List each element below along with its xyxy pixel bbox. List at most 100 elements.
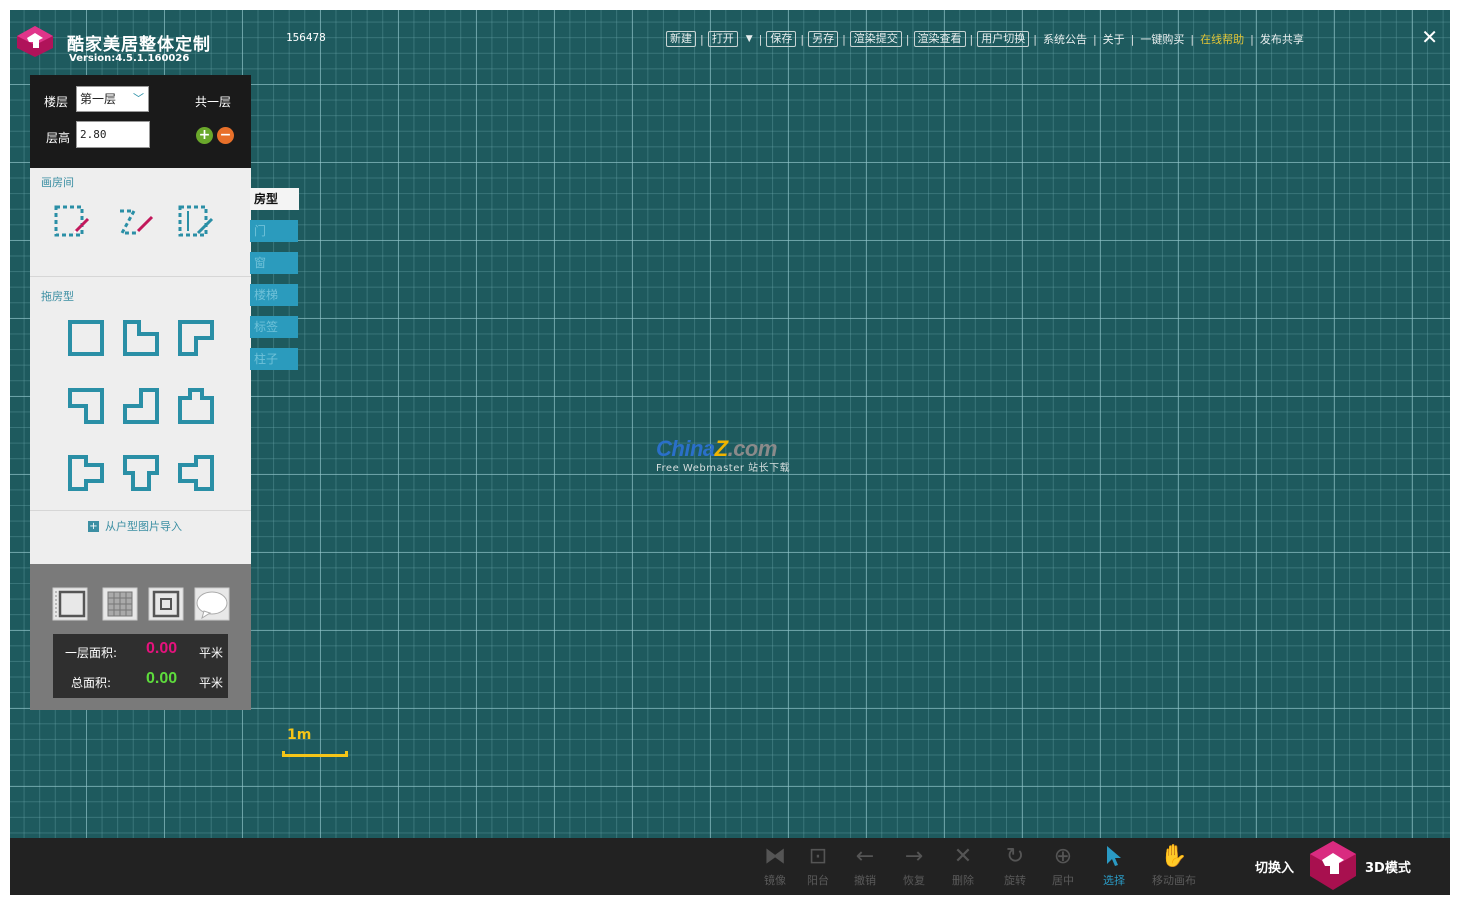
balcony-label: 阳台 (807, 874, 829, 887)
draw-room-wall-icon (178, 205, 214, 237)
t-left-room-icon (178, 455, 214, 491)
room-shape-notch[interactable] (176, 386, 216, 426)
inner-wall-icon[interactable] (148, 587, 184, 621)
drag-room-section-label: 拖房型 (41, 290, 74, 303)
center-button[interactable]: ⊕ 居中 (1041, 844, 1085, 890)
switch-3d-logo-icon[interactable] (1307, 838, 1359, 893)
notch-room-icon (178, 388, 214, 424)
menu-save[interactable]: 保存 (766, 31, 797, 47)
menu-online-help[interactable]: 在线帮助 (1198, 31, 1246, 47)
select-cursor-icon (1092, 844, 1136, 870)
tab-window[interactable]: 窗 (250, 252, 298, 274)
menu-separator: | (1130, 32, 1135, 46)
room-shape-l-bottom[interactable] (66, 386, 106, 426)
menu-one-click-buy[interactable]: 一键购买 (1138, 31, 1186, 47)
hand-icon: ✋ (1160, 844, 1188, 869)
l-bottom-room-icon (68, 388, 104, 424)
room-shape-square[interactable] (66, 318, 106, 358)
menu-render-submit[interactable]: 渲染提交 (849, 31, 902, 47)
floor-height-input[interactable]: 2.80 (76, 121, 150, 148)
delete-label: 删除 (952, 874, 974, 887)
menu-separator: | (969, 32, 974, 46)
remove-floor-icon[interactable]: − (217, 127, 234, 144)
menu-render-view[interactable]: 渲染查看 (913, 31, 966, 47)
square-room-icon (68, 320, 104, 356)
menu-new[interactable]: 新建 (666, 31, 696, 47)
floor-area-value: 0.00 (146, 640, 178, 657)
rotate-button[interactable]: ↻ 旋转 (993, 844, 1037, 890)
watermark-z: Z (714, 436, 728, 461)
menu-announcement[interactable]: 系统公告 (1041, 31, 1089, 47)
add-floor-icon[interactable]: + (196, 127, 213, 144)
l-inverted-room-icon (123, 388, 159, 424)
floor-area-label: 一层面积: (65, 646, 118, 660)
redo-button[interactable]: → 恢复 (892, 844, 936, 890)
total-area-label: 总面积: (71, 676, 112, 690)
menu-separator: | (1033, 32, 1037, 46)
room-shape-l-right[interactable] (121, 318, 161, 358)
scale-bar (282, 751, 348, 757)
draw-line-room-tool[interactable] (116, 201, 156, 241)
watermark-domain: .com (727, 436, 778, 461)
room-tools-panel: 画房间 拖房型 + 从户型图片导入 (30, 168, 251, 564)
menu-open[interactable]: 打开 (707, 31, 738, 47)
app-logo-icon (17, 26, 53, 57)
floor-height-label: 层高 (46, 131, 71, 145)
menu-separator: | (700, 32, 704, 46)
menu-about[interactable]: 关于 (1101, 31, 1127, 47)
switch-3d-suffix[interactable]: 3D模式 (1365, 857, 1411, 876)
import-floorplan-label: 从户型图片导入 (105, 520, 182, 533)
undo-icon: ← (855, 844, 875, 869)
room-shape-t-down[interactable] (121, 453, 161, 493)
mirror-button[interactable]: ⧓ 镜像 (753, 844, 797, 890)
balcony-button[interactable]: ⊡ 阳台 (796, 844, 840, 890)
import-floorplan-button[interactable]: + 从户型图片导入 (88, 518, 182, 534)
total-area-value: 0.00 (146, 670, 178, 687)
menu-separator: | (905, 32, 910, 46)
undo-label: 撤销 (854, 874, 876, 887)
menu-save-as[interactable]: 另存 (808, 31, 839, 47)
l-shape-room-icon (123, 320, 159, 356)
app-title: 酷家美居整体定制 (67, 35, 211, 55)
floor-total-label: 共一层 (195, 95, 232, 109)
draw-rect-room-icon (54, 205, 90, 237)
balcony-icon: ⊡ (808, 844, 828, 869)
center-label: 居中 (1052, 874, 1074, 887)
floor-select[interactable]: 第一层 ﹀ (76, 86, 149, 112)
delete-button[interactable]: ✕ 删除 (941, 844, 985, 890)
draw-room-section-label: 画房间 (41, 176, 74, 189)
t-right-room-icon (68, 455, 104, 491)
room-view-icon[interactable] (52, 587, 88, 621)
l-top-room-icon (178, 320, 214, 356)
draw-room-wall-tool[interactable] (176, 201, 216, 241)
room-shape-l-inverted[interactable] (121, 386, 161, 426)
tab-room-type[interactable]: 房型 (250, 188, 299, 210)
chevron-down-icon[interactable]: ▼ (746, 34, 753, 44)
select-button[interactable]: 选择 (1092, 844, 1136, 890)
room-shape-t-right[interactable] (66, 453, 106, 493)
menu-separator: | (800, 32, 805, 46)
tab-door[interactable]: 门 (250, 220, 298, 242)
tab-label[interactable]: 标签 (250, 316, 298, 338)
floor-label: 楼层 (44, 95, 69, 109)
chevron-down-icon: ﹀ (133, 92, 144, 105)
redo-icon: → (904, 844, 924, 869)
menu-switch-user[interactable]: 用户切换 (977, 31, 1030, 47)
menu-separator: | (1250, 32, 1254, 46)
grid-floor-icon[interactable] (102, 587, 138, 621)
total-area-unit: 平米 (199, 676, 224, 690)
section-divider (30, 276, 251, 277)
speech-bubble-icon[interactable] (194, 587, 230, 621)
undo-button[interactable]: ← 撤销 (843, 844, 887, 890)
room-shape-t-left[interactable] (176, 453, 216, 493)
app-window: 酷家美居整体定制 Version:4.5.1.160026 156478 新建 … (10, 10, 1450, 895)
tab-pillar[interactable]: 柱子 (250, 348, 298, 370)
top-menu: 新建 | 打开 ▼ | 保存 | 另存 | 渲染提交 | 渲染查看 | 用户切换… (666, 31, 1306, 47)
move-canvas-button[interactable]: ✋ 移动画布 (1147, 844, 1201, 890)
draw-rect-room-tool[interactable] (52, 201, 92, 241)
room-shape-l-top[interactable] (176, 318, 216, 358)
tab-stairs[interactable]: 楼梯 (250, 284, 298, 306)
t-down-room-icon (123, 455, 159, 491)
menu-publish-share[interactable]: 发布共享 (1258, 31, 1306, 47)
close-icon[interactable]: ✕ (1421, 27, 1438, 47)
